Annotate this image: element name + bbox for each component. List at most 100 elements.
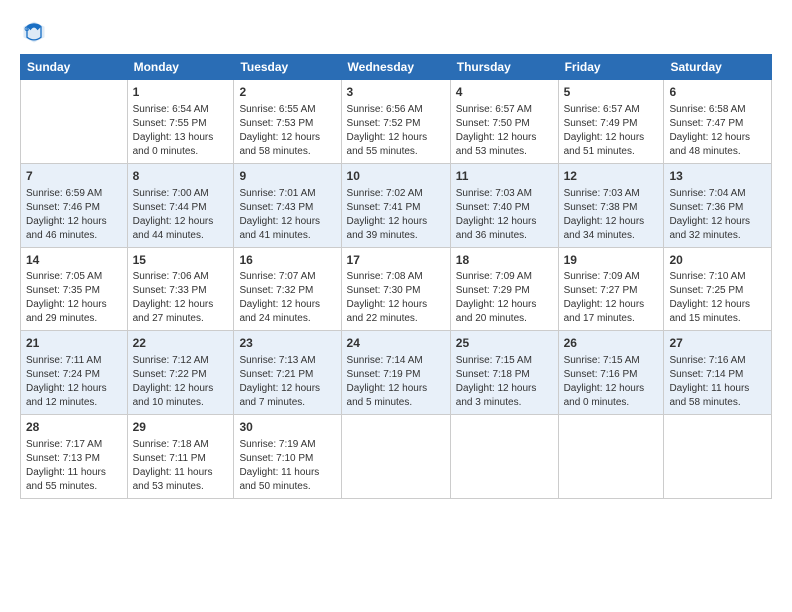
calendar-cell: 6Sunrise: 6:58 AM Sunset: 7:47 PM Daylig… xyxy=(664,80,772,164)
calendar-cell: 27 Sunrise: 7:16 AM Sunset: 7:14 PM Dayli… xyxy=(664,331,772,415)
day-info: Sunrise: 7:15 AM Sunset: 7:18 PM Dayligh… xyxy=(456,355,537,408)
day-number: 20 xyxy=(669,252,766,269)
calendar-cell: 1 Sunrise: 6:54 AM Sunset: 7:55 PM Daylig… xyxy=(127,80,234,164)
day-info: Sunrise: 7:07 AM Sunset: 7:32 PM Dayligh… xyxy=(239,271,320,324)
calendar-cell: 17 Sunrise: 7:08 AM Sunset: 7:30 PM Dayli… xyxy=(341,247,450,331)
calendar-cell: 22 Sunrise: 7:12 AM Sunset: 7:22 PM Dayli… xyxy=(127,331,234,415)
day-number: 10 xyxy=(347,168,445,185)
day-number: 28 xyxy=(26,419,122,436)
day-info: Sunrise: 7:01 AM Sunset: 7:43 PM Dayligh… xyxy=(239,188,320,241)
day-info: Sunrise: 7:09 AM Sunset: 7:27 PM Dayligh… xyxy=(564,271,645,324)
calendar-cell xyxy=(558,415,664,499)
weekday-header-saturday: Saturday xyxy=(664,55,772,80)
day-number: 21 xyxy=(26,335,122,352)
calendar-cell: 9 Sunrise: 7:01 AM Sunset: 7:43 PM Daylig… xyxy=(234,163,341,247)
calendar-cell: 12 Sunrise: 7:03 AM Sunset: 7:38 PM Dayli… xyxy=(558,163,664,247)
calendar-cell xyxy=(341,415,450,499)
day-number: 16 xyxy=(239,252,335,269)
day-info: Sunrise: 7:09 AM Sunset: 7:29 PM Dayligh… xyxy=(456,271,537,324)
weekday-header-friday: Friday xyxy=(558,55,664,80)
header: G xyxy=(20,18,772,46)
day-number: 13 xyxy=(669,168,766,185)
calendar-cell: 19 Sunrise: 7:09 AM Sunset: 7:27 PM Dayli… xyxy=(558,247,664,331)
day-number: 8 xyxy=(133,168,229,185)
day-info: Sunrise: 7:18 AM Sunset: 7:11 PM Dayligh… xyxy=(133,439,213,492)
day-info: Sunrise: 7:04 AM Sunset: 7:36 PM Dayligh… xyxy=(669,188,750,241)
calendar-cell: 30 Sunrise: 7:19 AM Sunset: 7:10 PM Dayli… xyxy=(234,415,341,499)
day-info: Sunrise: 7:03 AM Sunset: 7:38 PM Dayligh… xyxy=(564,188,645,241)
calendar-cell: 8Sunrise: 7:00 AM Sunset: 7:44 PM Daylig… xyxy=(127,163,234,247)
day-number: 15 xyxy=(133,252,229,269)
day-info: Sunrise: 7:10 AM Sunset: 7:25 PM Dayligh… xyxy=(669,271,750,324)
calendar-cell xyxy=(664,415,772,499)
day-info: Sunrise: 7:06 AM Sunset: 7:33 PM Dayligh… xyxy=(133,271,214,324)
day-number: 3 xyxy=(347,84,445,101)
day-number: 25 xyxy=(456,335,553,352)
logo: G xyxy=(20,18,52,46)
calendar-cell: 5Sunrise: 6:57 AM Sunset: 7:49 PM Daylig… xyxy=(558,80,664,164)
day-info: Sunrise: 6:55 AM Sunset: 7:53 PM Dayligh… xyxy=(239,104,320,157)
calendar-week-2: 14 Sunrise: 7:05 AM Sunset: 7:35 PM Dayli… xyxy=(21,247,772,331)
day-number: 7 xyxy=(26,168,122,185)
day-number: 11 xyxy=(456,168,553,185)
day-info: Sunrise: 7:03 AM Sunset: 7:40 PM Dayligh… xyxy=(456,188,537,241)
calendar-cell: 21Sunrise: 7:11 AM Sunset: 7:24 PM Dayli… xyxy=(21,331,128,415)
calendar-cell: 14 Sunrise: 7:05 AM Sunset: 7:35 PM Dayli… xyxy=(21,247,128,331)
calendar-cell: 10 Sunrise: 7:02 AM Sunset: 7:41 PM Dayli… xyxy=(341,163,450,247)
calendar-cell: 16 Sunrise: 7:07 AM Sunset: 7:32 PM Dayli… xyxy=(234,247,341,331)
day-info: Sunrise: 7:08 AM Sunset: 7:30 PM Dayligh… xyxy=(347,271,428,324)
weekday-header-monday: Monday xyxy=(127,55,234,80)
day-number: 26 xyxy=(564,335,659,352)
day-number: 14 xyxy=(26,252,122,269)
day-info: Sunrise: 7:15 AM Sunset: 7:16 PM Dayligh… xyxy=(564,355,645,408)
weekday-header-row: SundayMondayTuesdayWednesdayThursdayFrid… xyxy=(21,55,772,80)
day-info: Sunrise: 6:57 AM Sunset: 7:50 PM Dayligh… xyxy=(456,104,537,157)
calendar-cell: 4 Sunrise: 6:57 AM Sunset: 7:50 PM Daylig… xyxy=(450,80,558,164)
day-info: Sunrise: 6:58 AM Sunset: 7:47 PM Dayligh… xyxy=(669,104,750,157)
page: G SundayMondayTuesdayWednesdayThursdayFr… xyxy=(0,0,792,612)
calendar-week-0: 1 Sunrise: 6:54 AM Sunset: 7:55 PM Daylig… xyxy=(21,80,772,164)
day-info: Sunrise: 7:13 AM Sunset: 7:21 PM Dayligh… xyxy=(239,355,320,408)
day-number: 4 xyxy=(456,84,553,101)
calendar-cell: 3 Sunrise: 6:56 AM Sunset: 7:52 PM Daylig… xyxy=(341,80,450,164)
calendar-week-1: 7 Sunrise: 6:59 AM Sunset: 7:46 PM Daylig… xyxy=(21,163,772,247)
day-info: Sunrise: 7:12 AM Sunset: 7:22 PM Dayligh… xyxy=(133,355,214,408)
calendar-cell: 2 Sunrise: 6:55 AM Sunset: 7:53 PM Daylig… xyxy=(234,80,341,164)
weekday-header-wednesday: Wednesday xyxy=(341,55,450,80)
calendar-cell: 23Sunrise: 7:13 AM Sunset: 7:21 PM Dayli… xyxy=(234,331,341,415)
day-number: 18 xyxy=(456,252,553,269)
day-number: 29 xyxy=(133,419,229,436)
calendar-week-3: 21Sunrise: 7:11 AM Sunset: 7:24 PM Dayli… xyxy=(21,331,772,415)
day-number: 1 xyxy=(133,84,229,101)
day-number: 27 xyxy=(669,335,766,352)
calendar-cell: 15 Sunrise: 7:06 AM Sunset: 7:33 PM Dayli… xyxy=(127,247,234,331)
calendar-cell xyxy=(450,415,558,499)
day-info: Sunrise: 7:16 AM Sunset: 7:14 PM Dayligh… xyxy=(669,355,749,408)
day-number: 12 xyxy=(564,168,659,185)
calendar-cell: 11 Sunrise: 7:03 AM Sunset: 7:40 PM Dayli… xyxy=(450,163,558,247)
day-number: 9 xyxy=(239,168,335,185)
calendar-cell: 29 Sunrise: 7:18 AM Sunset: 7:11 PM Dayli… xyxy=(127,415,234,499)
day-info: Sunrise: 6:59 AM Sunset: 7:46 PM Dayligh… xyxy=(26,188,107,241)
day-info: Sunrise: 7:02 AM Sunset: 7:41 PM Dayligh… xyxy=(347,188,428,241)
day-number: 19 xyxy=(564,252,659,269)
day-number: 5 xyxy=(564,84,659,101)
day-number: 24 xyxy=(347,335,445,352)
calendar-cell: 20 Sunrise: 7:10 AM Sunset: 7:25 PM Dayli… xyxy=(664,247,772,331)
calendar-week-4: 28Sunrise: 7:17 AM Sunset: 7:13 PM Dayli… xyxy=(21,415,772,499)
day-info: Sunrise: 7:19 AM Sunset: 7:10 PM Dayligh… xyxy=(239,439,319,492)
day-number: 22 xyxy=(133,335,229,352)
day-number: 30 xyxy=(239,419,335,436)
calendar-cell: 18 Sunrise: 7:09 AM Sunset: 7:29 PM Dayli… xyxy=(450,247,558,331)
day-number: 2 xyxy=(239,84,335,101)
calendar-cell: 26 Sunrise: 7:15 AM Sunset: 7:16 PM Dayli… xyxy=(558,331,664,415)
weekday-header-sunday: Sunday xyxy=(21,55,128,80)
day-number: 17 xyxy=(347,252,445,269)
calendar-cell: 7 Sunrise: 6:59 AM Sunset: 7:46 PM Daylig… xyxy=(21,163,128,247)
day-info: Sunrise: 7:05 AM Sunset: 7:35 PM Dayligh… xyxy=(26,271,107,324)
svg-text:G: G xyxy=(24,26,29,33)
day-info: Sunrise: 6:54 AM Sunset: 7:55 PM Dayligh… xyxy=(133,104,214,157)
day-info: Sunrise: 6:56 AM Sunset: 7:52 PM Dayligh… xyxy=(347,104,428,157)
day-info: Sunrise: 7:14 AM Sunset: 7:19 PM Dayligh… xyxy=(347,355,428,408)
logo-icon: G xyxy=(20,18,48,46)
